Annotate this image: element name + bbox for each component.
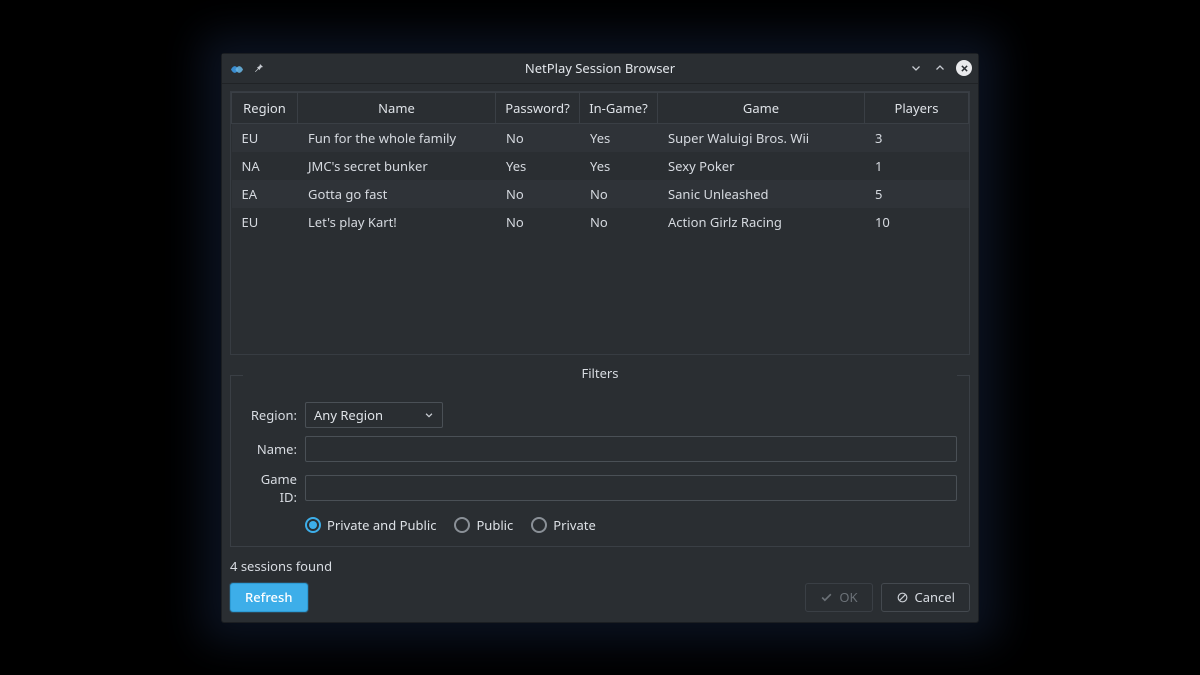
- filters-legend: Filters: [243, 364, 957, 388]
- titlebar[interactable]: NetPlay Session Browser: [222, 54, 978, 84]
- radio-label: Private: [553, 516, 596, 534]
- region-select[interactable]: Any Region: [305, 402, 443, 428]
- ok-label: OK: [839, 588, 857, 606]
- cancel-icon: [896, 591, 909, 604]
- cell-players: 5: [865, 180, 969, 208]
- col-region[interactable]: Region: [232, 92, 298, 123]
- region-select-value: Any Region: [314, 406, 383, 424]
- pin-icon[interactable]: [252, 62, 266, 74]
- maximize-button[interactable]: [932, 60, 948, 76]
- radio-label: Private and Public: [327, 516, 436, 534]
- cell-password: No: [496, 180, 580, 208]
- cell-password: No: [496, 208, 580, 236]
- cell-players: 1: [865, 152, 969, 180]
- status-text: 4 sessions found: [230, 557, 970, 575]
- window-title: NetPlay Session Browser: [222, 59, 978, 77]
- chevron-down-icon: [424, 410, 434, 420]
- table-row[interactable]: EU Let's play Kart! No No Action Girlz R…: [232, 208, 969, 236]
- privacy-radio-group: Private and Public Public Private: [243, 516, 957, 534]
- gameid-label: Game ID:: [243, 470, 305, 506]
- filters-group: Filters Region: Any Region Name: Game ID…: [230, 364, 970, 547]
- radio-dot-icon: [305, 517, 321, 533]
- cell-players: 3: [865, 123, 969, 152]
- cell-region: EU: [232, 123, 298, 152]
- cell-password: Yes: [496, 152, 580, 180]
- col-name[interactable]: Name: [298, 92, 496, 123]
- app-icon: [228, 59, 246, 77]
- cell-game: Super Waluigi Bros. Wii: [658, 123, 865, 152]
- col-players[interactable]: Players: [865, 92, 969, 123]
- ok-button[interactable]: OK: [805, 583, 872, 612]
- gameid-input[interactable]: [305, 475, 957, 501]
- table-row[interactable]: EA Gotta go fast No No Sanic Unleashed 5: [232, 180, 969, 208]
- cancel-label: Cancel: [915, 588, 955, 606]
- cell-ingame: Yes: [580, 152, 658, 180]
- cancel-button[interactable]: Cancel: [881, 583, 970, 612]
- region-label: Region:: [243, 406, 305, 424]
- table-row[interactable]: NA JMC's secret bunker Yes Yes Sexy Poke…: [232, 152, 969, 180]
- content: Region Name Password? In-Game? Game Play…: [222, 84, 978, 622]
- cell-players: 10: [865, 208, 969, 236]
- window: NetPlay Session Browser Region Name Pass…: [221, 53, 979, 623]
- name-input[interactable]: [305, 436, 957, 462]
- cell-name: Gotta go fast: [298, 180, 496, 208]
- radio-public[interactable]: Public: [454, 516, 513, 534]
- radio-dot-icon: [531, 517, 547, 533]
- radio-dot-icon: [454, 517, 470, 533]
- cell-game: Sanic Unleashed: [658, 180, 865, 208]
- name-label: Name:: [243, 440, 305, 458]
- close-button[interactable]: [956, 60, 972, 76]
- cell-name: Fun for the whole family: [298, 123, 496, 152]
- table-row[interactable]: EU Fun for the whole family No Yes Super…: [232, 123, 969, 152]
- cell-name: JMC's secret bunker: [298, 152, 496, 180]
- cell-region: EA: [232, 180, 298, 208]
- table-header-row: Region Name Password? In-Game? Game Play…: [232, 92, 969, 123]
- col-password[interactable]: Password?: [496, 92, 580, 123]
- cell-game: Action Girlz Racing: [658, 208, 865, 236]
- button-row: Refresh OK Cancel: [230, 583, 970, 612]
- cell-game: Sexy Poker: [658, 152, 865, 180]
- col-ingame[interactable]: In-Game?: [580, 92, 658, 123]
- radio-private[interactable]: Private: [531, 516, 596, 534]
- col-game[interactable]: Game: [658, 92, 865, 123]
- cell-password: No: [496, 123, 580, 152]
- check-icon: [820, 591, 833, 604]
- radio-private-public[interactable]: Private and Public: [305, 516, 436, 534]
- refresh-label: Refresh: [245, 588, 293, 606]
- cell-ingame: No: [580, 208, 658, 236]
- cell-region: NA: [232, 152, 298, 180]
- cell-region: EU: [232, 208, 298, 236]
- cell-name: Let's play Kart!: [298, 208, 496, 236]
- session-table: Region Name Password? In-Game? Game Play…: [230, 91, 970, 355]
- refresh-button[interactable]: Refresh: [230, 583, 308, 612]
- window-controls: [908, 60, 972, 76]
- cell-ingame: Yes: [580, 123, 658, 152]
- cell-ingame: No: [580, 180, 658, 208]
- minimize-button[interactable]: [908, 60, 924, 76]
- radio-label: Public: [476, 516, 513, 534]
